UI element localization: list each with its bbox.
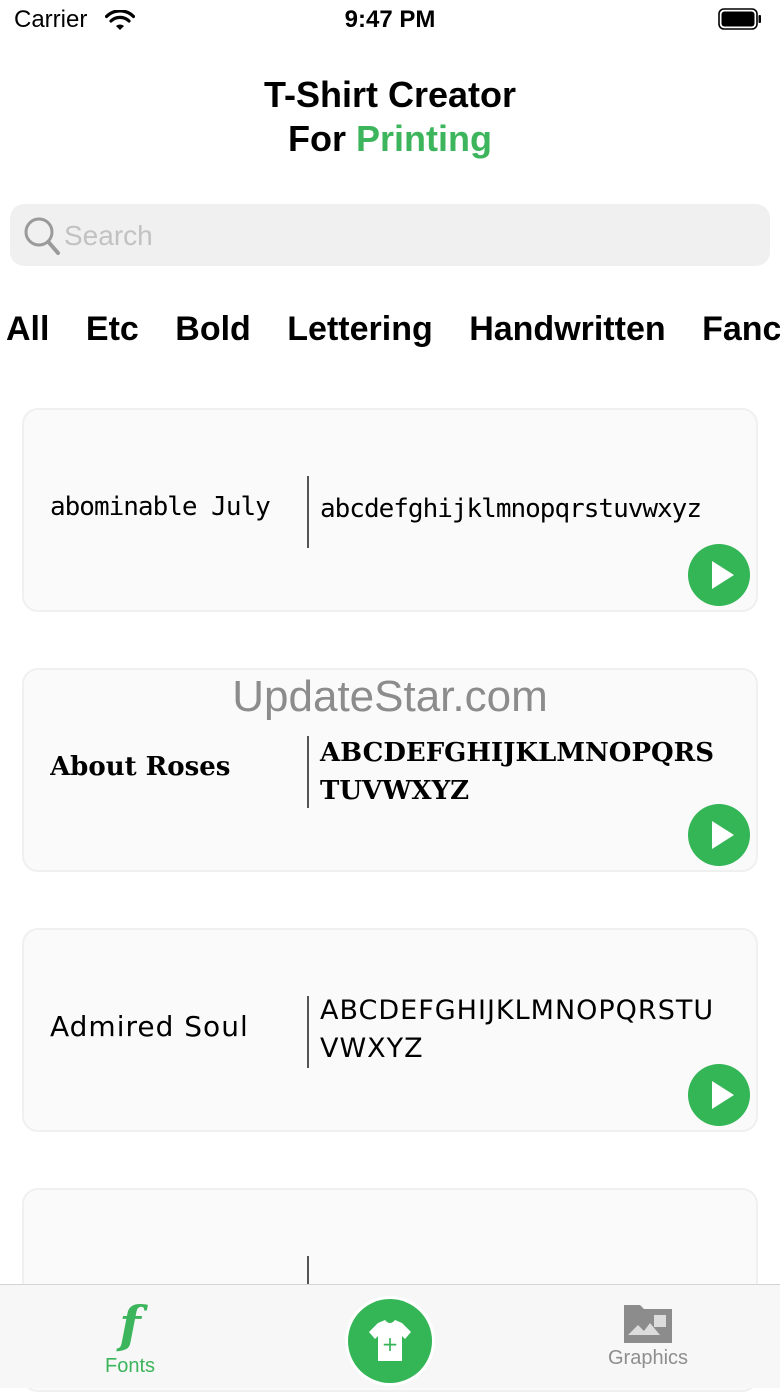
tshirt-icon: +	[369, 1320, 411, 1361]
battery-icon	[718, 8, 761, 30]
play-button[interactable]	[688, 1064, 750, 1126]
card-divider	[307, 996, 309, 1068]
font-card[interactable]: Admired Soul ABCDEFGHIJKLMNOPQRSTUVWXYZ	[22, 928, 758, 1132]
font-sample: abcdefghijklmnopqrstuvwxyz	[320, 494, 702, 524]
title-line2: For Printing	[0, 117, 780, 161]
font-name: Admired Soul	[50, 1010, 249, 1043]
title-line1: T-Shirt Creator	[263, 74, 517, 115]
fonts-icon: f	[119, 1295, 141, 1354]
font-card[interactable]: abominable July abcdefghijklmnopqrstuvwx…	[22, 408, 758, 612]
clock: 9:47 PM	[344, 6, 436, 33]
tab-graphics-label: Graphics	[607, 1347, 689, 1369]
category-tabs: All Etc Bold Lettering Handwritten Fanc	[6, 306, 780, 356]
search-input[interactable]	[62, 204, 756, 268]
category-lettering[interactable]: Lettering	[287, 306, 432, 352]
page-title: T-Shirt Creator For Printing	[0, 73, 780, 161]
create-tshirt-button[interactable]: +	[348, 1299, 432, 1383]
card-divider	[307, 736, 309, 808]
tab-fonts[interactable]: f Fonts	[70, 1285, 190, 1388]
category-fancy[interactable]: Fanc	[702, 306, 780, 352]
tab-graphics[interactable]: Graphics	[588, 1285, 708, 1388]
play-button[interactable]	[688, 804, 750, 866]
font-sample: ABCDEFGHIJKLMNOPQRSTUVWXYZ	[320, 738, 715, 806]
font-name: About Roses	[50, 752, 231, 782]
category-all[interactable]: All	[6, 306, 49, 352]
tab-bar: f Fonts + Graphics	[0, 1284, 780, 1388]
status-bar: Carrier 9:47 PM	[0, 0, 780, 44]
title-accent: Printing	[356, 118, 492, 159]
graphics-icon	[624, 1305, 672, 1343]
card-divider	[307, 476, 309, 548]
search-bar[interactable]	[10, 204, 770, 268]
category-handwritten[interactable]: Handwritten	[469, 306, 665, 352]
watermark: UpdateStar.com	[232, 672, 548, 721]
search-icon	[24, 217, 60, 255]
category-bold[interactable]: Bold	[175, 306, 251, 352]
play-button[interactable]	[688, 544, 750, 606]
font-name: abominable July	[50, 492, 271, 522]
plus-icon: +	[382, 1332, 399, 1356]
tab-fonts-label: Fonts	[104, 1355, 156, 1377]
title-prefix: For	[288, 118, 346, 159]
category-etc[interactable]: Etc	[86, 306, 139, 352]
font-sample: ABCDEFGHIJKLMNOPQRSTUVWXYZ	[320, 995, 715, 1064]
